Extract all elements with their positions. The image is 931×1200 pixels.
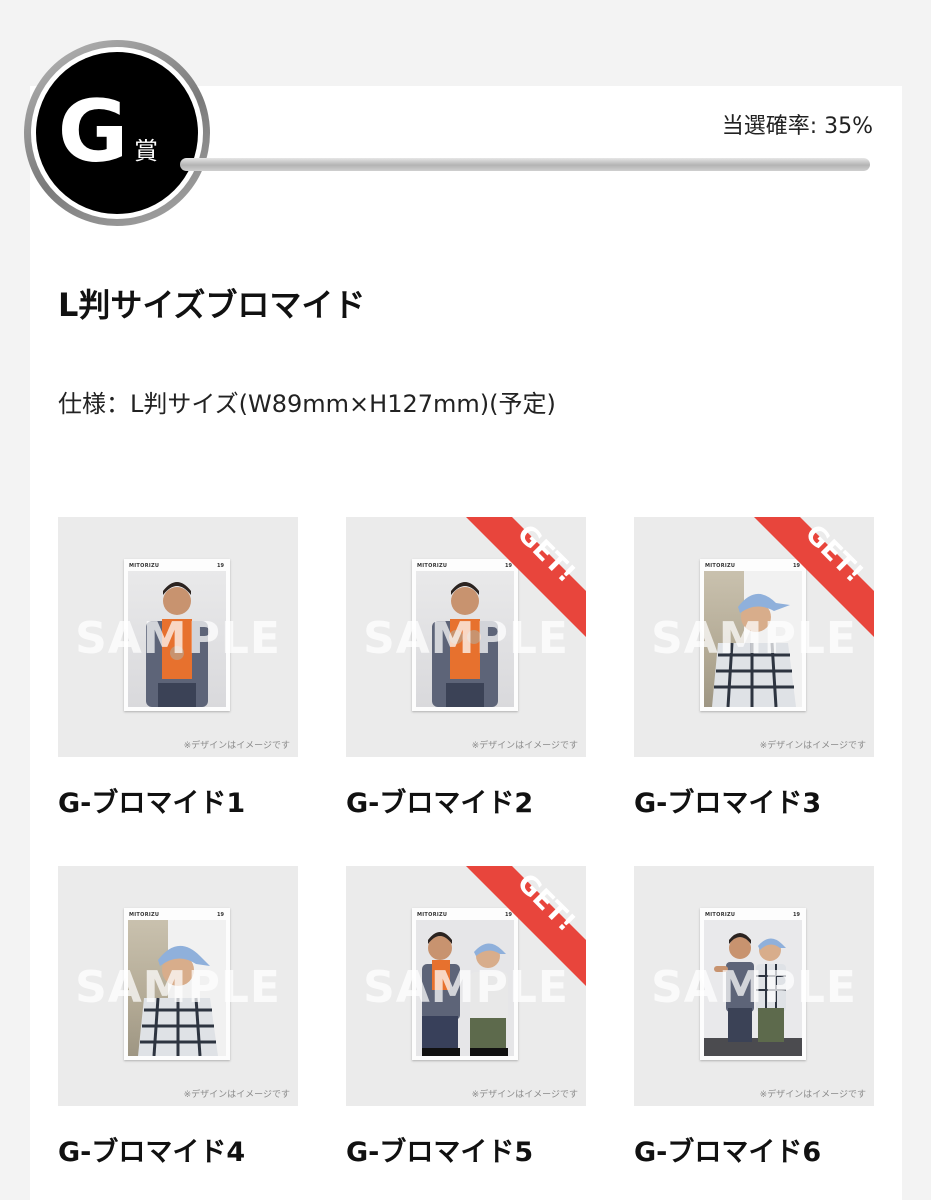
prize-suffix: 賞 (134, 137, 158, 165)
get-ribbon: GET! (466, 866, 586, 986)
bromide-thumbnail[interactable]: MITORIZU 19 (634, 866, 874, 1106)
bromide-thumbnail[interactable]: MITORIZU 19 (346, 866, 586, 1106)
image-note: ※デザインはイメージです (759, 1090, 866, 1100)
card-brand: MITORIZU (129, 563, 160, 569)
card-number: 19 (217, 912, 224, 918)
bromide-item[interactable]: MITORIZU 19 (346, 866, 586, 1169)
card-number: 19 (217, 563, 224, 569)
get-ribbon: GET! (466, 517, 586, 637)
bromide-item[interactable]: MITORIZU 19 SAMPLE ※デザインはイメージです G-ブロマイド1 (58, 517, 298, 820)
bromide-name: G-ブロマイド3 (634, 788, 822, 819)
prize-letter: G (57, 82, 129, 182)
sample-watermark: SAMPLE (75, 962, 281, 1013)
card-brand: MITORIZU (705, 563, 736, 569)
get-ribbon: GET! (754, 517, 874, 637)
card-brand: MITORIZU (417, 563, 448, 569)
bromide-thumbnail[interactable]: MITORIZU 19 (58, 866, 298, 1106)
image-note: ※デザインはイメージです (471, 1090, 578, 1100)
page: G 賞 当選確率: 35% L判サイズブロマイド 仕様：L判サイズ(W89mm×… (0, 0, 931, 1200)
card-number: 19 (793, 912, 800, 918)
bromide-item[interactable]: MITORIZU 19 SAMPLE ※デザインはイメージです GET! G-ブ… (346, 517, 586, 820)
prize-title: L判サイズブロマイド (58, 286, 366, 324)
image-note: ※デザインはイメージです (183, 1090, 290, 1100)
image-note: ※デザインはイメージです (183, 741, 290, 751)
image-note: ※デザインはイメージです (759, 741, 866, 751)
card-brand: MITORIZU (129, 912, 160, 918)
bromide-name: G-ブロマイド1 (58, 788, 246, 819)
bromide-item[interactable]: MITORIZU 19 (634, 866, 874, 1169)
bromide-name: G-ブロマイド6 (634, 1137, 822, 1168)
sample-watermark: SAMPLE (75, 613, 281, 664)
card-brand: MITORIZU (417, 912, 448, 918)
card-brand: MITORIZU (705, 912, 736, 918)
bromide-thumbnail[interactable]: MITORIZU 19 (634, 517, 874, 757)
win-probability: 当選確率: 35% (721, 114, 873, 139)
bromide-name: G-ブロマイド4 (58, 1137, 246, 1168)
bromide-thumbnail[interactable]: MITORIZU 19 SAMPLE ※デザインはイメージです (346, 517, 586, 757)
bromide-item[interactable]: MITORIZU 19 (58, 866, 298, 1169)
prize-spec: 仕様：L判サイズ(W89mm×H127mm)(予定) (58, 390, 556, 418)
header-rule (180, 158, 870, 171)
bromide-item[interactable]: MITORIZU 19 (634, 517, 874, 820)
image-note: ※デザインはイメージです (471, 741, 578, 751)
bromide-name: G-ブロマイド5 (346, 1137, 534, 1168)
sample-watermark: SAMPLE (651, 962, 857, 1013)
bromide-name: G-ブロマイド2 (346, 788, 534, 819)
bromide-thumbnail[interactable]: MITORIZU 19 SAMPLE ※デザインはイメージです (58, 517, 298, 757)
